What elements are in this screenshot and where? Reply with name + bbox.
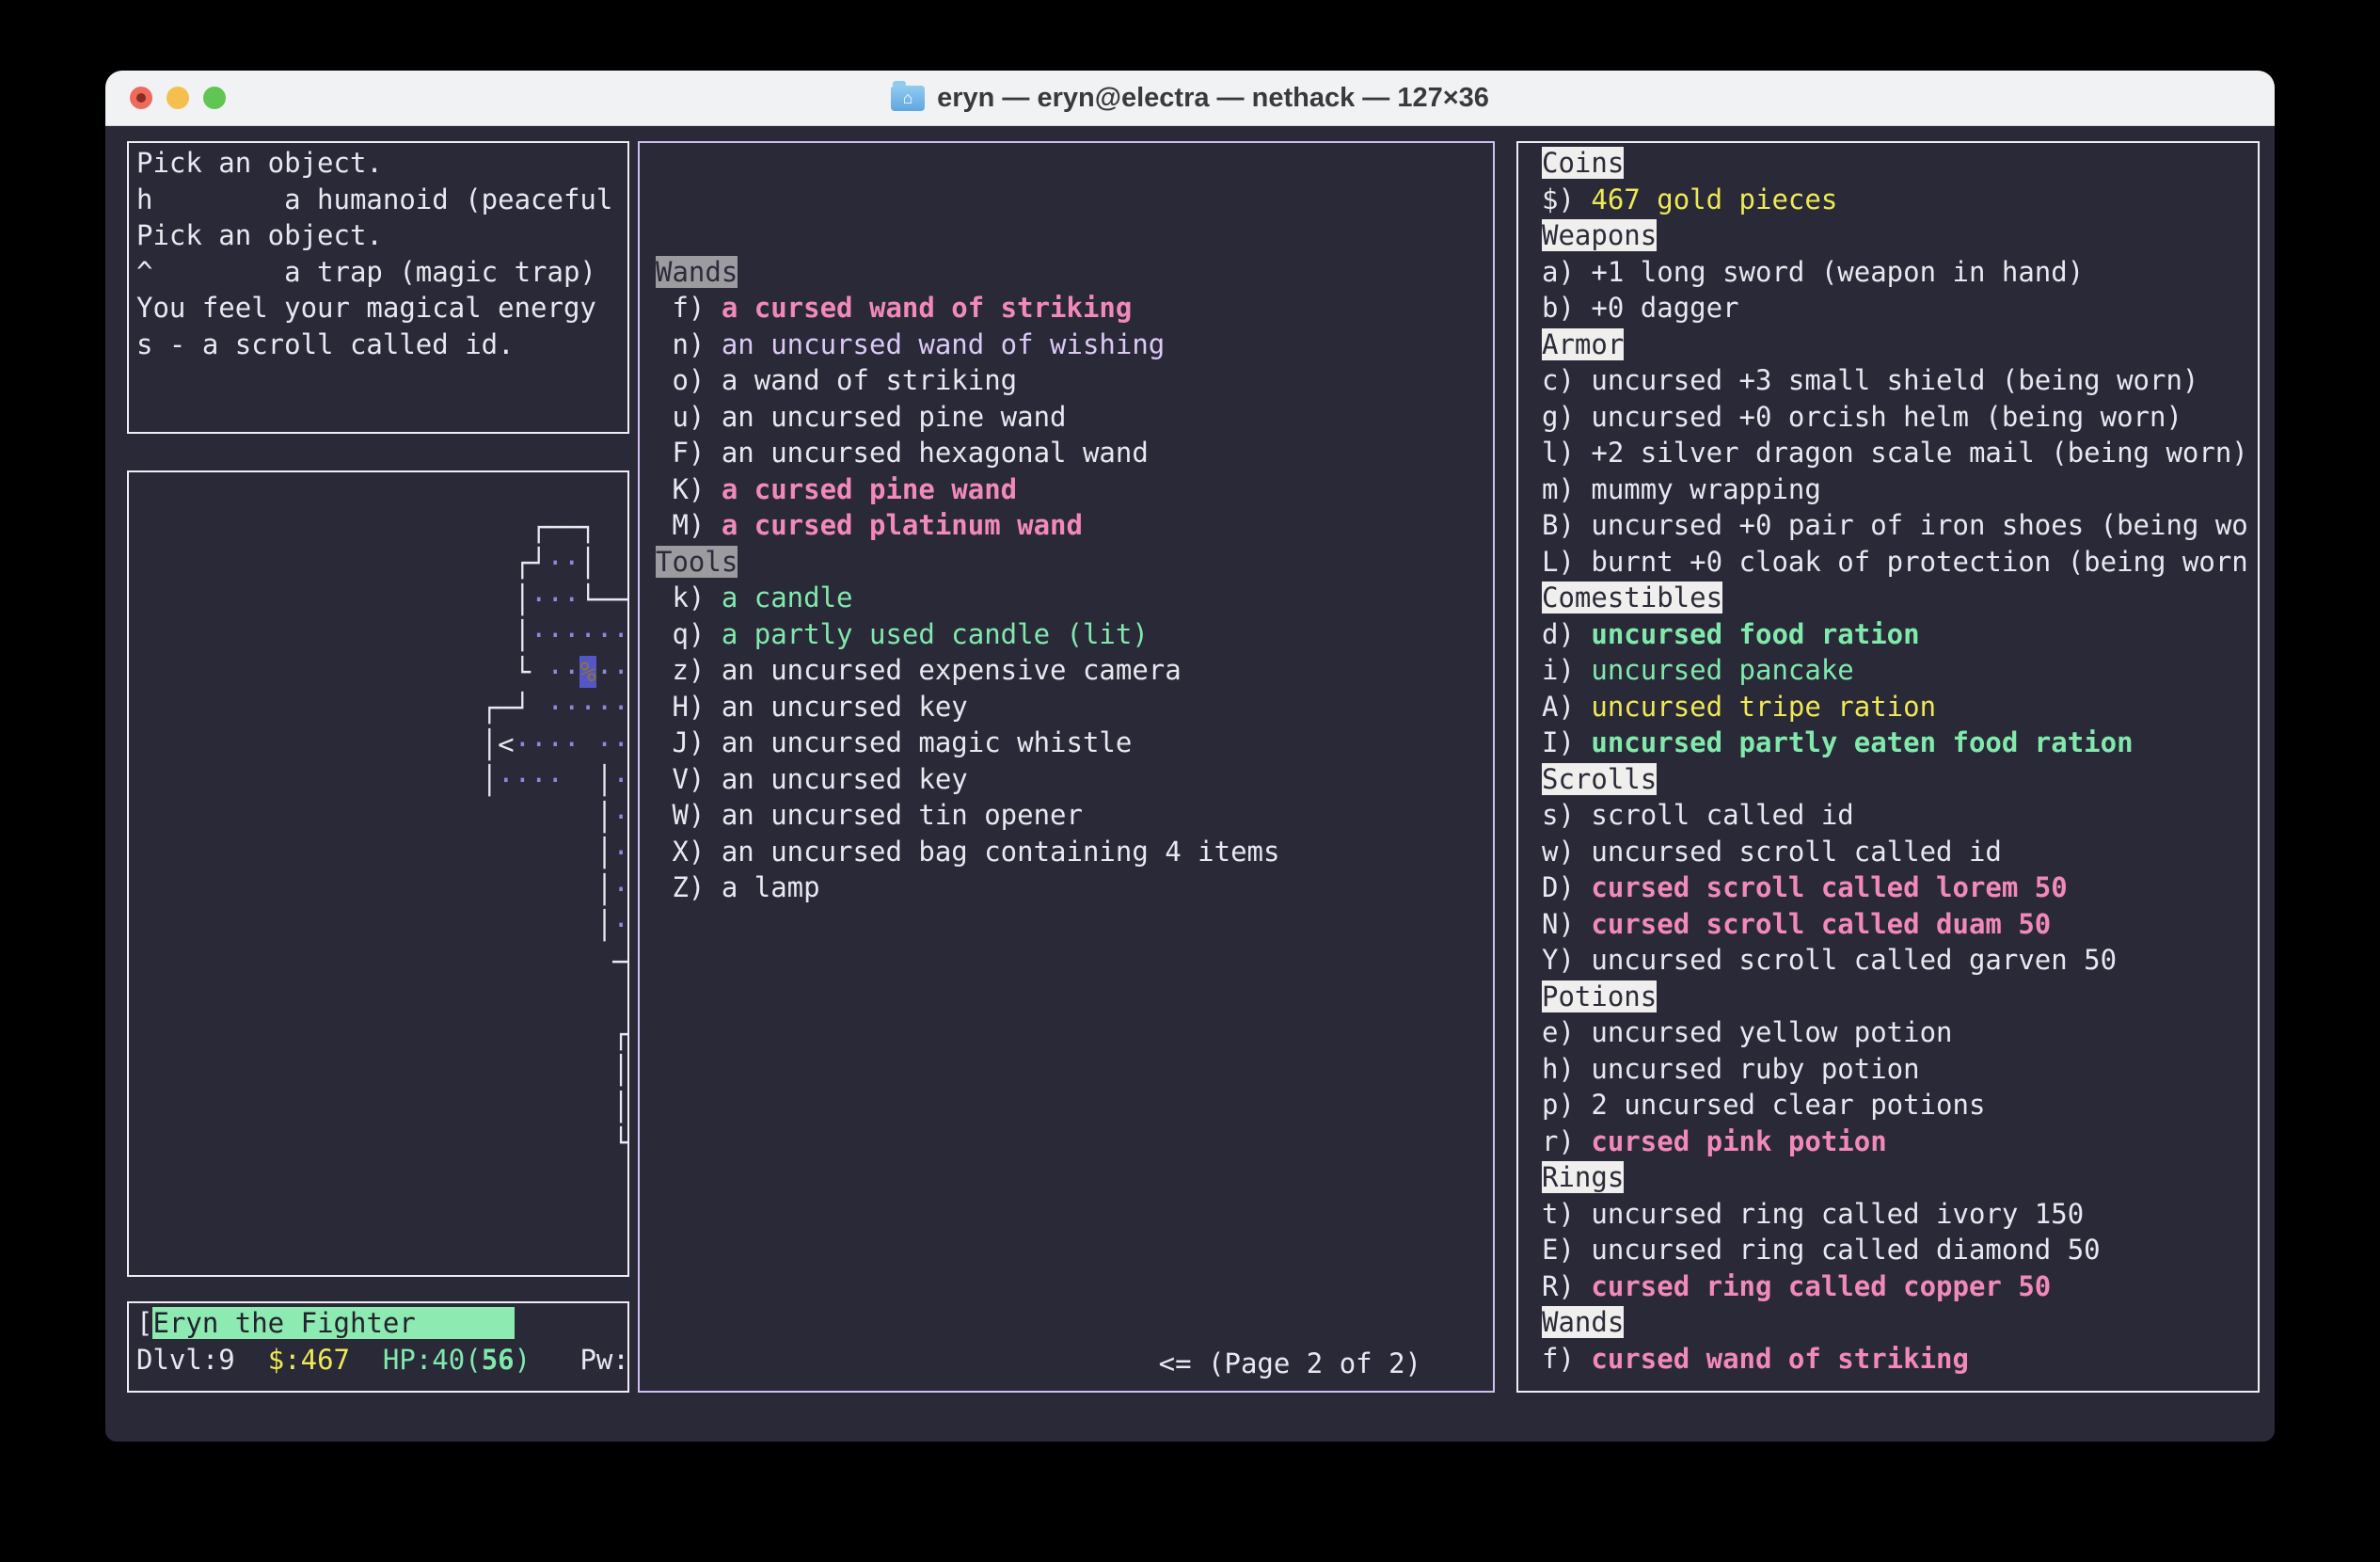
terminal-line: b) +0 dagger [1542,290,2258,327]
terminal-line [136,980,627,1016]
terminal-line: a) +1 long sword (weapon in hand) [1542,254,2258,291]
inventory-full-pane[interactable]: Coins$) 467 gold piecesWeaponsa) +1 long… [1516,141,2260,1393]
terminal-line: f) a cursed wand of striking [656,290,1493,327]
terminal-line: D) cursed scroll called lorem 50 [1542,869,2258,906]
terminal-line: h) uncursed ruby potion [1542,1051,2258,1088]
terminal-line: s - a scroll called id. [136,327,627,363]
terminal-line: L) burnt +0 cloak of protection (being w… [1542,544,2258,581]
terminal-line: V) an uncursed key [656,761,1493,798]
terminal-line: f) cursed wand of striking [1542,1341,2258,1378]
terminal-line: │······ [136,617,627,654]
terminal-line: e) uncursed yellow potion [1542,1014,2258,1051]
terminal-line: │· [136,799,627,836]
terminal-line: Tools [656,544,1493,581]
terminal-line: Scrolls [1542,761,2258,798]
terminal-line: Pick an object. [136,217,627,254]
terminal-line: i) uncursed pancake [1542,652,2258,689]
terminal-line: │ [136,1089,627,1125]
terminal-line: J) an uncursed magic whistle [656,725,1493,761]
title-bar[interactable]: ⌂ eryn — eryn@electra — nethack — 127×36 [105,71,2275,126]
terminal-line: Y) uncursed scroll called garven 50 [1542,942,2258,979]
terminal-line: W) an uncursed tin opener [656,797,1493,834]
terminal-line: │···· │· [136,762,627,799]
home-folder-icon: ⌂ [891,86,925,111]
message-pane[interactable]: Pick an object.h a humanoid (peacefulPic… [127,141,629,434]
terminal-line: │· [136,907,627,944]
close-button[interactable] [130,87,152,109]
terminal-line: t) uncursed ring called ivory 150 [1542,1196,2258,1233]
status-pane[interactable]: [Eryn the Fighter Dlvl:9 $:467 HP:40(56)… [127,1301,629,1393]
terminal-line: I) uncursed partly eaten food ration [1542,725,2258,761]
terminal-line: Armor [1542,327,2258,363]
terminal-line: s) scroll called id [1542,797,2258,834]
terminal-line: │ [136,1052,627,1089]
terminal-line: E) uncursed ring called diamond 50 [1542,1232,2258,1268]
terminal-line: n) an uncursed wand of wishing [656,327,1493,363]
terminal-line: u) an uncursed pine wand [656,399,1493,436]
terminal-line: F) an uncursed hexagonal wand [656,435,1493,471]
terminal-line: m) mummy wrapping [1542,471,2258,508]
window-title-text: eryn — eryn@electra — nethack — 127×36 [937,83,1489,114]
terminal-line: R) cursed ring called copper 50 [1542,1268,2258,1305]
terminal-line: k) a candle [656,580,1493,616]
terminal-line: Wands [656,254,1493,291]
terminal-window: ⌂ eryn — eryn@electra — nethack — 127×36… [105,71,2275,1442]
traffic-lights [130,71,226,125]
terminal-line: h a humanoid (peaceful [136,182,627,218]
terminal-line: K) a cursed pine wand [656,471,1493,508]
terminal-line: $) 467 gold pieces [1542,182,2258,218]
terminal-line: l) +2 silver dragon scale mail (being wo… [1542,435,2258,471]
terminal-line: Coins [1542,145,2258,182]
terminal-line: Dlvl:9 $:467 HP:40(56) Pw: [136,1342,627,1379]
terminal-line: Pick an object. [136,145,627,182]
terminal-line: Wands [1542,1304,2258,1341]
terminal-line: ┌──┐ [136,509,627,546]
terminal-line: g) uncursed +0 orcish helm (being worn) [1542,399,2258,436]
terminal-line: d) uncursed food ration [1542,616,2258,653]
terminal-line: A) uncursed tripe ration [1542,689,2258,725]
terminal-line: ┌─┘ ····· [136,690,627,726]
terminal-line: q) a partly used candle (lit) [656,616,1493,653]
terminal-line: ─ [136,944,627,980]
window-title: ⌂ eryn — eryn@electra — nethack — 127×36 [891,83,1489,114]
dungeon-map-pane[interactable]: ┌──┐ ┌┘··│ │···└── │······ └ ··%·· ┌─┘ ·… [127,470,629,1277]
terminal-line: B) uncursed +0 pair of iron shoes (being… [1542,507,2258,544]
terminal-line: ┌┘··│ [136,545,627,582]
terminal-content: Pick an object.h a humanoid (peacefulPic… [105,125,2275,1442]
terminal-line: [Eryn the Fighter [136,1305,627,1342]
terminal-line: Rings [1542,1159,2258,1196]
terminal-line [136,472,627,509]
terminal-line: Z) a lamp [656,869,1493,906]
terminal-line: r) cursed pink potion [1542,1124,2258,1160]
terminal-line: ┌ [136,1016,627,1053]
terminal-line: │<···· ·· [136,726,627,763]
terminal-line: │· [136,835,627,871]
terminal-line: └ ··%·· [136,654,627,691]
terminal-line: N) cursed scroll called duam 50 [1542,906,2258,943]
terminal-line: p) 2 uncursed clear potions [1542,1087,2258,1124]
terminal-line: w) uncursed scroll called id [1542,834,2258,870]
zoom-button[interactable] [203,87,226,109]
terminal-line: o) a wand of striking [656,362,1493,399]
terminal-line: You feel your magical energy [136,290,627,327]
terminal-line: │· [136,871,627,908]
terminal-line: │···└── [136,582,627,618]
inventory-page-pane[interactable]: <= (Page 2 of 2) Wands f) a cursed wand … [638,141,1495,1393]
terminal-line: H) an uncursed key [656,689,1493,725]
terminal-line: └ [136,1124,627,1161]
terminal-line: Potions [1542,979,2258,1015]
terminal-line: z) an uncursed expensive camera [656,652,1493,689]
terminal-line: Weapons [1542,217,2258,254]
terminal-line: M) a cursed platinum wand [656,507,1493,544]
terminal-line: Comestibles [1542,580,2258,616]
terminal-line: c) uncursed +3 small shield (being worn) [1542,362,2258,399]
screenshot-root: { "title_bar": { "title": "eryn — eryn@e… [0,0,2380,1562]
terminal-line: X) an uncursed bag containing 4 items [656,834,1493,870]
terminal-line: ^ a trap (magic trap) [136,254,627,291]
page-indicator: <= (Page 2 of 2) [1159,1346,1421,1382]
minimize-button[interactable] [167,87,189,109]
